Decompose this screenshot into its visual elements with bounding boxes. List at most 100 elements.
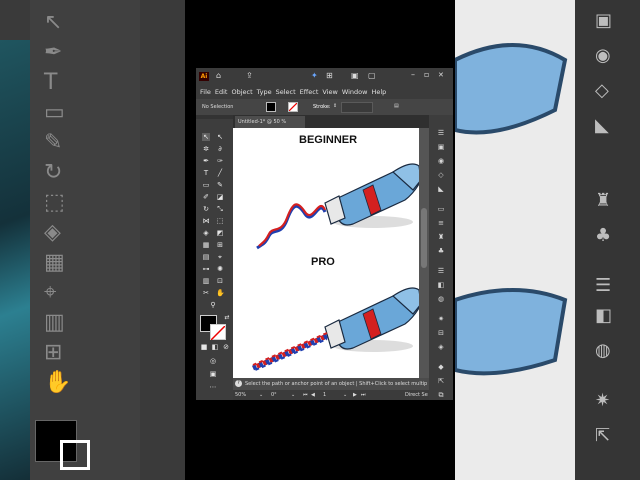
edit-toolbar-icon[interactable]: ⋯: [209, 383, 217, 391]
gradient-panel-icon[interactable]: ◣: [437, 185, 445, 193]
eyedropper-tool-icon[interactable]: ⌖: [216, 253, 224, 261]
export-icon[interactable]: ⇱: [437, 377, 445, 385]
none-mode-icon[interactable]: ⊘: [222, 343, 230, 351]
stroke-stepper-icon[interactable]: ⇕: [333, 103, 337, 109]
next-artboard-icon[interactable]: ▶: [353, 392, 357, 398]
symbols-icon[interactable]: ♜: [437, 233, 445, 241]
stroke-weight-field[interactable]: [341, 102, 373, 113]
artboard-number[interactable]: 1: [323, 392, 326, 398]
layers-icon[interactable]: ▣: [437, 143, 445, 151]
sun-icon[interactable]: ✷: [437, 315, 445, 323]
right-blurred-background: ▣ ◉ ◇ ◣ ♜ ♣ ☰ ◧ ◍ ✷ ⇱: [455, 0, 640, 480]
maximize-button[interactable]: ▫: [424, 70, 429, 79]
brushes-icon[interactable]: ☰: [437, 267, 445, 275]
help-icon[interactable]: ?: [235, 380, 242, 387]
prev-artboard-icon[interactable]: ◀: [311, 392, 315, 398]
symbol-sprayer-tool-icon[interactable]: ✺: [216, 265, 224, 273]
pen-tool-icon[interactable]: ✒: [202, 157, 210, 165]
panels-dock: ☰ ▣ ◉ ◇ ◣ ▭ ≡ ♜ ♣ ☰ ◧ ◍ ✷ ⊟ ◈ ◆ ⇱ ⧉: [429, 115, 453, 400]
artboard-tool-icon[interactable]: ⊡: [216, 277, 224, 285]
rectangle-tool-icon[interactable]: ▭: [202, 181, 210, 189]
home-icon[interactable]: ⌂: [216, 71, 221, 80]
close-button[interactable]: ✕: [438, 71, 444, 79]
zoom-level[interactable]: 50%: [235, 392, 246, 398]
zoom-tool-icon[interactable]: ⚲: [209, 301, 217, 309]
blend-tool-icon[interactable]: ⊶: [202, 265, 210, 273]
artboards-panel-icon[interactable]: ⧉: [437, 391, 445, 399]
align-panel-icon[interactable]: ⊟: [437, 329, 445, 337]
paintbrush-tool-icon[interactable]: ✎: [216, 181, 224, 189]
properties-icon[interactable]: ☰: [437, 129, 445, 137]
slice-tool-icon[interactable]: ✂: [202, 289, 210, 297]
last-artboard-icon[interactable]: ⏭: [361, 392, 366, 398]
menu-file[interactable]: File: [200, 85, 211, 99]
selection-tool-icon[interactable]: ↖: [202, 133, 210, 141]
left-blurred-background: ↖ ✒ T ▭ ✎ ↻ ⬚ ◈ ▦ ⌖ ▥ ⊞ ✋: [0, 0, 185, 480]
type-tool-icon[interactable]: T: [202, 169, 210, 177]
graph-tool-icon[interactable]: ▥: [202, 277, 210, 285]
beta-icon[interactable]: ✦: [311, 71, 318, 80]
perspective-grid-tool-icon[interactable]: ▦: [202, 241, 210, 249]
vertical-scrollbar[interactable]: [419, 128, 429, 390]
first-artboard-icon[interactable]: ⏮: [303, 392, 308, 398]
menu-select[interactable]: Select: [276, 85, 296, 99]
align-icon[interactable]: ▤: [394, 103, 399, 109]
screen-mode-icon[interactable]: ▣: [209, 370, 217, 378]
rotation-dropdown-icon[interactable]: ⌄: [291, 392, 295, 398]
menu-effect[interactable]: Effect: [300, 85, 319, 99]
document-tab[interactable]: Untitled-1* @ 50 % (RGB/Preview): [235, 116, 305, 137]
3d-icon[interactable]: ◇: [437, 171, 445, 179]
curvature-tool-icon[interactable]: ✑: [216, 157, 224, 165]
asset-export-icon[interactable]: ◆: [437, 363, 445, 371]
menu-help[interactable]: Help: [371, 85, 386, 99]
stroke-color-swatch[interactable]: [288, 102, 298, 112]
free-transform-tool-icon[interactable]: ⬚: [216, 217, 224, 225]
live-paint-tool-icon[interactable]: ◩: [216, 229, 224, 237]
direct-selection-tool-icon[interactable]: ↖: [216, 133, 224, 141]
beginner-heading: BEGINNER: [299, 134, 358, 146]
fill-color-swatch[interactable]: [266, 102, 276, 112]
swatches-icon[interactable]: ◧: [437, 281, 445, 289]
rotation-value[interactable]: 0°: [271, 392, 277, 398]
stroke-panel-icon[interactable]: ≡: [437, 219, 445, 227]
gradient-mode-icon[interactable]: ◧: [211, 343, 219, 351]
workspace-icon[interactable]: ▣: [351, 71, 359, 80]
magic-wand-tool-icon[interactable]: ✲: [202, 145, 210, 153]
shape-builder-tool-icon[interactable]: ◈: [202, 229, 210, 237]
rotate-tool-icon[interactable]: ↻: [202, 205, 210, 213]
artboard-dropdown-icon[interactable]: ⌄: [343, 392, 347, 398]
menu-object[interactable]: Object: [231, 85, 252, 99]
scale-tool-icon[interactable]: ⤡: [216, 205, 224, 213]
hand-tool-icon[interactable]: ✋: [216, 289, 225, 297]
menu-edit[interactable]: Edit: [215, 85, 228, 99]
minimize-button[interactable]: –: [411, 70, 415, 79]
pathfinder-icon[interactable]: ◈: [437, 343, 445, 351]
transparency-icon[interactable]: ▭: [437, 205, 445, 213]
lasso-tool-icon[interactable]: ∂: [216, 145, 224, 153]
zoom-dropdown-icon[interactable]: ⌄: [259, 392, 263, 398]
menu-view[interactable]: View: [322, 85, 337, 99]
arrange-icon[interactable]: ⊞: [326, 71, 333, 80]
club-icon[interactable]: ♣: [437, 247, 445, 255]
pro-toothpaste-illustration[interactable]: [233, 270, 419, 390]
eraser-tool-icon[interactable]: ◪: [216, 193, 224, 201]
menu-type[interactable]: Type: [257, 85, 272, 99]
share-icon[interactable]: ⇪: [246, 71, 253, 80]
menu-window[interactable]: Window: [342, 85, 368, 99]
color-mode-icon[interactable]: ■: [200, 343, 208, 351]
beginner-toothpaste-illustration[interactable]: [233, 148, 419, 258]
swap-colors-icon[interactable]: ⇄: [223, 314, 231, 322]
stroke-swatch[interactable]: [210, 324, 226, 341]
shaper-tool-icon[interactable]: ✐: [202, 193, 210, 201]
libraries-icon[interactable]: ◉: [437, 157, 445, 165]
mesh-tool-icon[interactable]: ⊞: [216, 241, 224, 249]
gradient-tool-icon[interactable]: ▤: [202, 253, 210, 261]
document-tab-bar: Untitled-1* @ 50 % (RGB/Preview): [233, 115, 429, 137]
artboard[interactable]: BEGINNER PRO: [233, 128, 419, 390]
scroll-thumb[interactable]: [421, 208, 427, 268]
line-tool-icon[interactable]: ╱: [216, 169, 224, 177]
draw-mode-icon[interactable]: ◎: [209, 357, 217, 365]
width-tool-icon[interactable]: ⋈: [202, 217, 210, 225]
panel-toggle-icon[interactable]: ▢: [368, 71, 376, 80]
appearance-icon[interactable]: ◍: [437, 295, 445, 303]
